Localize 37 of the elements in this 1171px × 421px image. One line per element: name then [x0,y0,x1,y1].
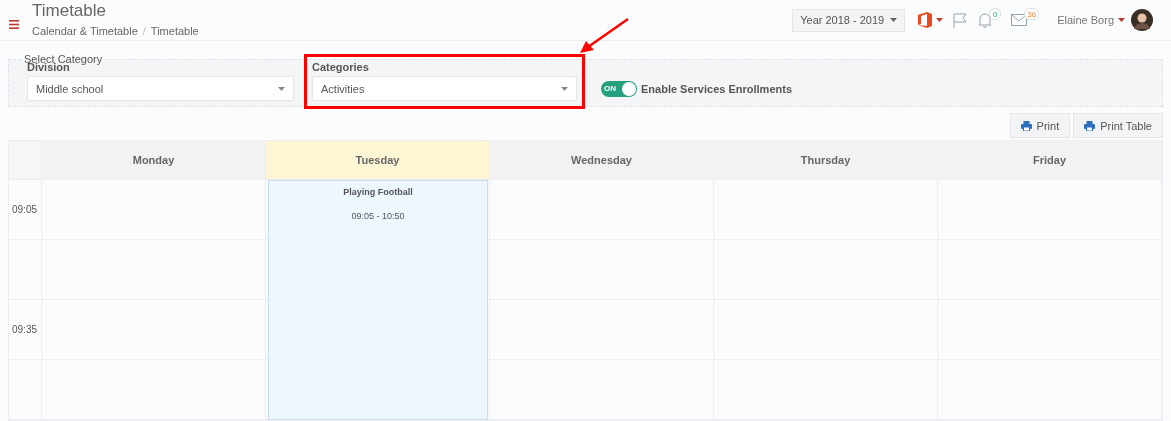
page-title: Timetable [32,0,107,21]
event-title: Playing Football [343,187,413,197]
print-button[interactable]: Print [1009,113,1071,138]
breadcrumb-separator: / [142,24,146,37]
field-label: Categories [312,61,370,73]
breadcrumb-item: Timetable [150,24,199,37]
year-dropdown[interactable]: Year 2018 - 2019 [792,8,906,32]
flag-icon[interactable] [953,12,969,28]
day-header: Thursday [714,141,938,180]
message-count: 36 [1024,8,1040,20]
select-field[interactable]: Activities [312,76,577,101]
time-cell: 09:05 [9,180,42,240]
day-header: Tuesday [266,141,490,180]
notification-count: 0 [989,8,1002,20]
caret-icon [1118,18,1125,22]
printer-icon [1084,120,1096,131]
select-field[interactable]: Middle school [27,76,294,101]
bell-icon[interactable] [978,12,993,28]
day-header: Wednesday [490,141,714,180]
day-header: Friday [938,141,1162,180]
avatar [1131,9,1153,31]
menu-icon[interactable] [9,19,19,29]
caret-icon [890,18,898,22]
day-header: Monday [42,141,266,180]
office-icon[interactable] [918,12,933,28]
breadcrumb-item[interactable]: Calendar & Timetable [32,24,138,37]
printer-icon [1020,120,1032,131]
caret-icon [561,86,568,91]
event-block[interactable]: Playing Football 09:05 - 10:50 [268,180,488,420]
caret-icon [936,18,944,22]
caret-icon [278,86,285,91]
print-button[interactable]: Print Table [1073,113,1163,138]
time-cell: 09:35 [9,300,42,360]
toggle-label: Enable Services Enrollments [641,83,792,95]
envelope-icon[interactable] [1011,14,1028,26]
user-menu[interactable]: Elaine Borg [1057,9,1153,31]
event-time: 09:05 - 10:50 [351,211,405,221]
